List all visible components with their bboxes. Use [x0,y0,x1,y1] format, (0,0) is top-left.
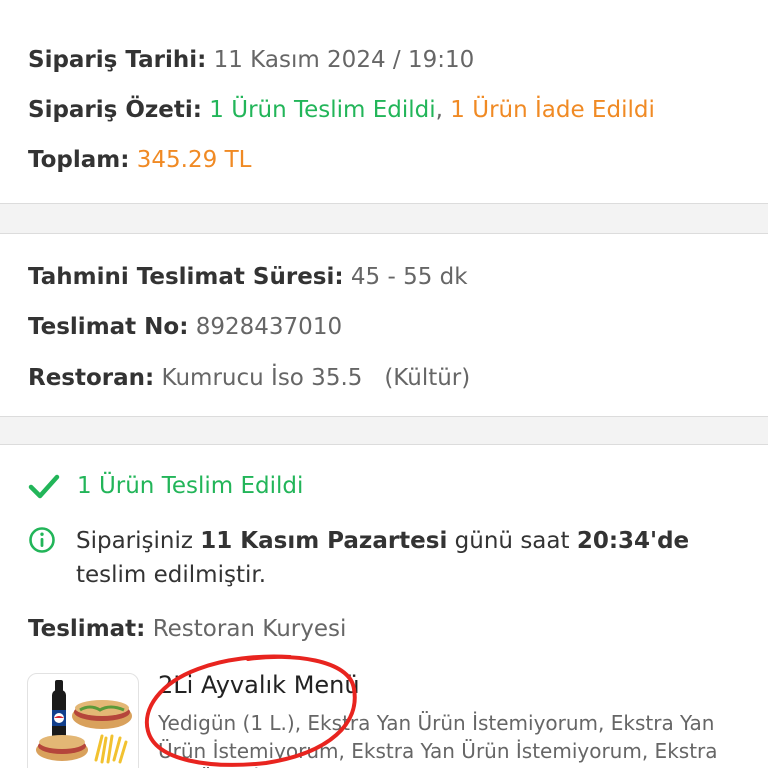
restaurant-row: Restoran: Kumrucu İso 35.5 (Kültür) [28,365,470,391]
message-time: 20:34'de [576,528,690,554]
order-date-label: Sipariş Tarihi: [28,47,207,73]
delivery-number-label: Teslimat No: [28,314,189,340]
order-total-label: Toplam: [28,147,130,173]
message-post: teslim edilmiştir. [76,562,267,588]
menu-food-image [36,680,132,764]
order-total-value: 345.29 TL [136,147,252,173]
delivery-method-row: Teslimat: Restoran Kuryesi [28,616,346,642]
item-description: Yedigün (1 L.), Ekstra Yan Ürün İstemiyo… [158,711,718,768]
eta-label: Tahmini Teslimat Süresi: [28,264,344,290]
order-date-row: Sipariş Tarihi: 11 Kasım 2024 / 19:10 [28,47,474,73]
summary-separator: , [435,97,443,123]
check-icon [28,474,60,499]
delivery-method-label: Teslimat: [28,616,146,642]
delivery-message-row: Siparişiniz 11 Kasım Pazartesi günü saat… [28,524,748,592]
delivered-status-row: 1 Ürün Teslim Edildi [28,470,303,502]
info-circle-icon [29,527,55,553]
delivery-message: Siparişiniz 11 Kasım Pazartesi günü saat… [76,524,748,592]
delivered-status-title: 1 Ürün Teslim Edildi [77,473,304,499]
order-summary-label: Sipariş Özeti: [28,97,202,123]
order-summary-row: Sipariş Özeti: 1 Ürün Teslim Edildi, 1 Ü… [28,97,655,123]
restaurant-value: Kumrucu İso 35.5 (Kültür) [161,365,471,391]
message-pre: Siparişiniz [76,528,201,554]
section-divider [0,203,768,234]
restaurant-label: Restoran: [28,365,155,391]
message-mid: günü saat [447,528,577,554]
order-total-row: Toplam: 345.29 TL [28,147,251,173]
eta-row: Tahmini Teslimat Süresi: 45 - 55 dk [28,264,468,290]
summary-delivered: 1 Ürün Teslim Edildi [209,97,436,123]
order-date-value: 11 Kasım 2024 / 19:10 [213,47,475,73]
delivery-number-value: 8928437010 [195,314,343,340]
item-name[interactable]: 2Li Ayvalık Menü [158,671,360,699]
order-summary-section: Sipariş Tarihi: 11 Kasım 2024 / 19:10 Si… [0,0,768,204]
item-thumbnail[interactable] [27,673,139,768]
eta-value: 45 - 55 dk [350,264,468,290]
delivery-info-section: Tahmini Teslimat Süresi: 45 - 55 dk Tesl… [0,234,768,416]
message-date: 11 Kasım Pazartesi [200,528,448,554]
delivery-method-value: Restoran Kuryesi [152,616,347,642]
delivery-number-row: Teslimat No: 8928437010 [28,314,342,340]
section-divider-2 [0,416,768,445]
summary-returned: 1 Ürün İade Edildi [450,97,655,123]
